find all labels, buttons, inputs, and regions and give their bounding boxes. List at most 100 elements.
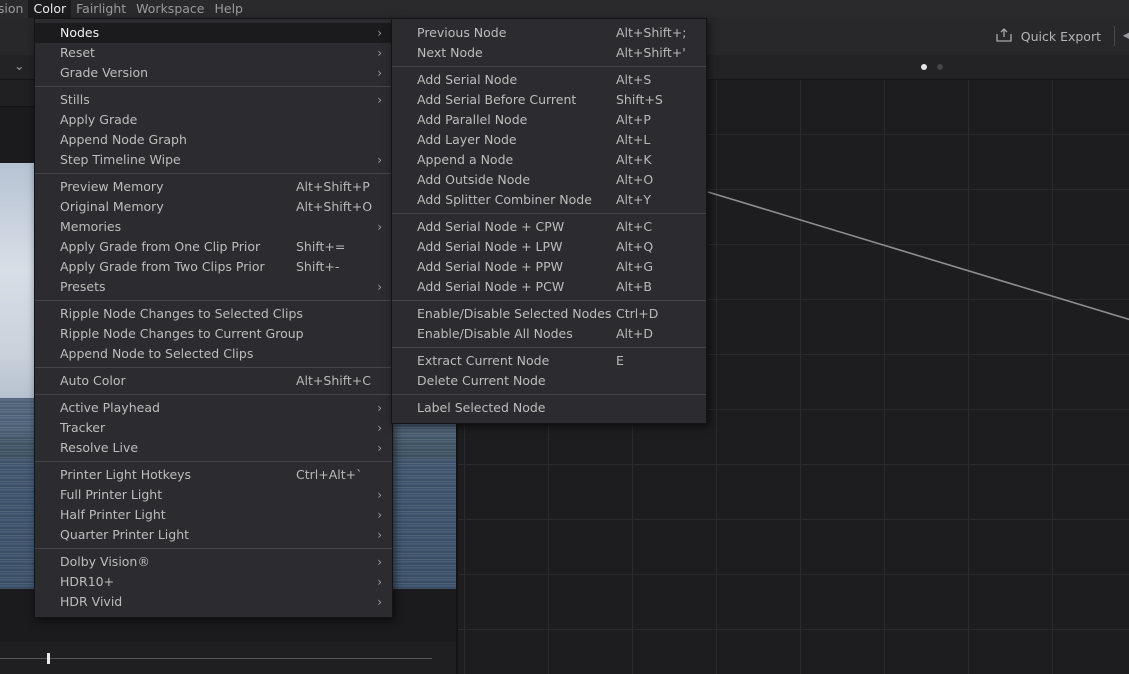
menu-item-shortcut: Shift+S bbox=[616, 92, 663, 107]
menu-item-full-printer-light[interactable]: Full Printer Light › bbox=[35, 485, 392, 505]
menu-item-apply-grade-from-two-clips-prior[interactable]: Apply Grade from Two Clips Prior Shift+- bbox=[35, 257, 392, 277]
menu-item-label: HDR Vivid bbox=[60, 594, 123, 609]
menu-item-ripple-node-changes-to-current-group[interactable]: Ripple Node Changes to Current Group bbox=[35, 324, 392, 344]
menu-item-label: Half Printer Light bbox=[60, 507, 166, 522]
menu-help[interactable]: Help bbox=[209, 0, 248, 18]
menu-item-preview-memory[interactable]: Preview Memory Alt+Shift+P bbox=[35, 177, 392, 197]
menu-item-previous-node[interactable]: Previous Node Alt+Shift+; bbox=[392, 23, 706, 43]
menu-item-memories[interactable]: Memories › bbox=[35, 217, 392, 237]
color-menu: Nodes › Reset › Grade Version › Stills › Apply G… bbox=[34, 18, 393, 618]
menu-item-shortcut: Alt+Shift+O bbox=[296, 199, 373, 214]
menu-item-nodes[interactable]: Nodes › bbox=[35, 23, 392, 43]
menu-item-add-parallel-node[interactable]: Add Parallel Node Alt+P bbox=[392, 110, 706, 130]
menu-item-add-serial-before-current[interactable]: Add Serial Before Current Shift+S bbox=[392, 90, 706, 110]
quick-export-button[interactable]: Quick Export bbox=[995, 27, 1101, 46]
menu-item-append-a-node[interactable]: Append a Node Alt+K bbox=[392, 150, 706, 170]
menu-item-label: Add Serial Before Current bbox=[417, 92, 577, 107]
menu-item-add-serial-node[interactable]: Add Serial Node Alt+S bbox=[392, 70, 706, 90]
menu-item-hdr-vivid[interactable]: HDR Vivid › bbox=[35, 592, 392, 612]
menu-item-label: Resolve Live bbox=[60, 440, 139, 455]
scrubber-playhead[interactable] bbox=[47, 653, 50, 664]
chevron-right-icon: › bbox=[377, 595, 382, 609]
menu-item-enable-disable-all-nodes[interactable]: Enable/Disable All Nodes Alt+D bbox=[392, 324, 706, 344]
menu-item-label-selected-node[interactable]: Label Selected Node bbox=[392, 398, 706, 418]
menu-item-reset[interactable]: Reset › bbox=[35, 43, 392, 63]
menu-item-presets[interactable]: Presets › bbox=[35, 277, 392, 297]
menu-item-tracker[interactable]: Tracker › bbox=[35, 418, 392, 438]
chevron-down-icon[interactable]: ⌄ bbox=[14, 58, 24, 73]
menu-item-label: Memories bbox=[60, 219, 122, 234]
chevron-right-icon: › bbox=[377, 26, 382, 40]
chevron-right-icon: › bbox=[377, 488, 382, 502]
menu-item-apply-grade-from-one-clip-prior[interactable]: Apply Grade from One Clip Prior Shift+= bbox=[35, 237, 392, 257]
menu-item-active-playhead[interactable]: Active Playhead › bbox=[35, 398, 392, 418]
menu-item-delete-current-node[interactable]: Delete Current Node bbox=[392, 371, 706, 391]
scrubber-track[interactable] bbox=[0, 658, 432, 659]
menu-item-label: Add Parallel Node bbox=[417, 112, 528, 127]
collapse-arrow-icon[interactable]: ◂ bbox=[1123, 27, 1129, 42]
menu-item-hdr10[interactable]: HDR10+ › bbox=[35, 572, 392, 592]
menu-item-label: Grade Version bbox=[60, 65, 149, 80]
menu-item-label: HDR10+ bbox=[60, 574, 115, 589]
menu-item-shortcut: Alt+K bbox=[616, 152, 652, 167]
menu-item-add-splitter-combiner-node[interactable]: Add Splitter Combiner Node Alt+Y bbox=[392, 190, 706, 210]
menu-workspace[interactable]: Workspace bbox=[131, 0, 209, 18]
menu-separator bbox=[35, 367, 392, 368]
menu-item-grade-version[interactable]: Grade Version › bbox=[35, 63, 392, 83]
page-dots bbox=[921, 64, 943, 70]
menu-item-original-memory[interactable]: Original Memory Alt+Shift+O bbox=[35, 197, 392, 217]
menu-item-label: Apply Grade from One Clip Prior bbox=[60, 239, 261, 254]
menu-color[interactable]: Color bbox=[28, 0, 72, 18]
menu-item-label: Add Splitter Combiner Node bbox=[417, 192, 592, 207]
menu-item-shortcut: Alt+C bbox=[616, 219, 653, 234]
menu-item-step-timeline-wipe[interactable]: Step Timeline Wipe › bbox=[35, 150, 392, 170]
menu-item-shortcut: Alt+S bbox=[616, 72, 652, 87]
menu-item-dolby-vision[interactable]: Dolby Vision® › bbox=[35, 552, 392, 572]
menu-item-extract-current-node[interactable]: Extract Current Node E bbox=[392, 351, 706, 371]
menu-item-quarter-printer-light[interactable]: Quarter Printer Light › bbox=[35, 525, 392, 545]
menu-item-label: Active Playhead bbox=[60, 400, 160, 415]
menu-item-add-serial-node-ppw[interactable]: Add Serial Node + PPW Alt+G bbox=[392, 257, 706, 277]
menu-item-label: Ripple Node Changes to Selected Clips bbox=[60, 306, 303, 321]
menu-item-append-node-graph[interactable]: Append Node Graph bbox=[35, 130, 392, 150]
chevron-right-icon: › bbox=[377, 508, 382, 522]
menu-item-auto-color[interactable]: Auto Color Alt+Shift+C bbox=[35, 371, 392, 391]
menu-item-ripple-node-changes-to-selected-clips[interactable]: Ripple Node Changes to Selected Clips bbox=[35, 304, 392, 324]
menu-separator bbox=[392, 300, 706, 301]
page-dot-active[interactable] bbox=[921, 64, 927, 70]
menubar: usion Color Fairlight Workspace Help bbox=[0, 0, 1129, 18]
chevron-right-icon: › bbox=[377, 421, 382, 435]
menu-separator bbox=[35, 548, 392, 549]
menu-item-add-serial-node-cpw[interactable]: Add Serial Node + CPW Alt+C bbox=[392, 217, 706, 237]
menu-item-add-serial-node-pcw[interactable]: Add Serial Node + PCW Alt+B bbox=[392, 277, 706, 297]
toolbar-divider bbox=[1114, 26, 1115, 46]
menu-item-add-serial-node-lpw[interactable]: Add Serial Node + LPW Alt+Q bbox=[392, 237, 706, 257]
menu-fusion[interactable]: usion bbox=[0, 0, 28, 18]
page-dot[interactable] bbox=[937, 64, 943, 70]
menu-separator bbox=[35, 394, 392, 395]
menu-item-stills[interactable]: Stills › bbox=[35, 90, 392, 110]
menu-item-label: Dolby Vision® bbox=[60, 554, 150, 569]
menu-item-label: Next Node bbox=[417, 45, 483, 60]
menu-fairlight[interactable]: Fairlight bbox=[71, 0, 131, 18]
menu-item-shortcut: Alt+D bbox=[616, 326, 654, 341]
menu-item-next-node[interactable]: Next Node Alt+Shift+' bbox=[392, 43, 706, 63]
chevron-right-icon: › bbox=[377, 401, 382, 415]
menu-item-label: Previous Node bbox=[417, 25, 507, 40]
menu-item-resolve-live[interactable]: Resolve Live › bbox=[35, 438, 392, 458]
menu-item-append-node-to-selected-clips[interactable]: Append Node to Selected Clips bbox=[35, 344, 392, 364]
menu-item-add-layer-node[interactable]: Add Layer Node Alt+L bbox=[392, 130, 706, 150]
menu-item-apply-grade[interactable]: Apply Grade bbox=[35, 110, 392, 130]
menu-item-label: Stills bbox=[60, 92, 90, 107]
menu-item-add-outside-node[interactable]: Add Outside Node Alt+O bbox=[392, 170, 706, 190]
menu-item-enable-disable-selected-nodes[interactable]: Enable/Disable Selected Nodes Ctrl+D bbox=[392, 304, 706, 324]
menu-separator bbox=[392, 347, 706, 348]
menu-item-label: Tracker bbox=[60, 420, 106, 435]
menu-item-printer-light-hotkeys[interactable]: Printer Light Hotkeys Ctrl+Alt+` bbox=[35, 465, 392, 485]
menu-item-label: Add Layer Node bbox=[417, 132, 517, 147]
menu-item-half-printer-light[interactable]: Half Printer Light › bbox=[35, 505, 392, 525]
menu-item-label: Quarter Printer Light bbox=[60, 527, 190, 542]
menu-item-label: Enable/Disable All Nodes bbox=[417, 326, 573, 341]
menu-item-label: Presets bbox=[60, 279, 106, 294]
chevron-right-icon: › bbox=[377, 555, 382, 569]
